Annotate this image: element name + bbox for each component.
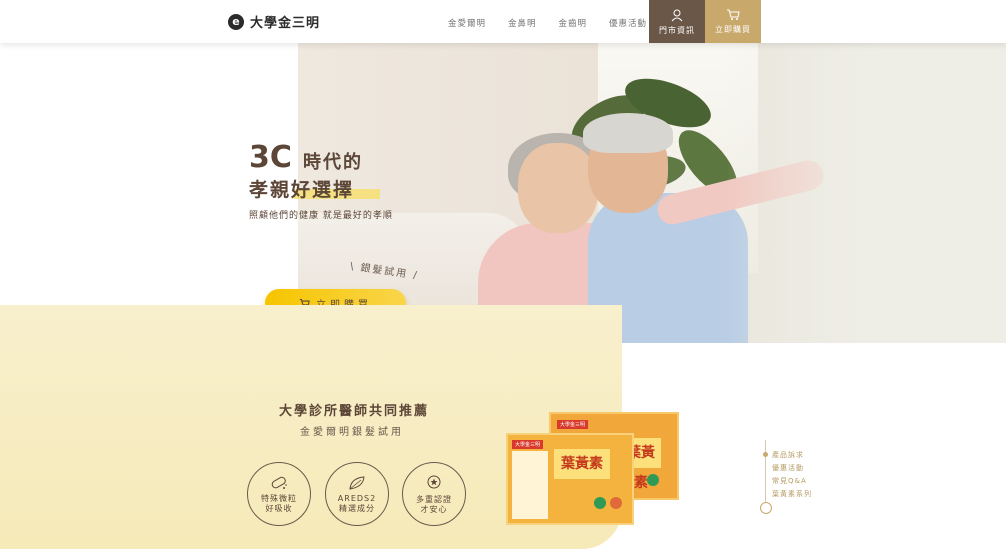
product-box-front: 大學金三明 葉黃素: [506, 433, 634, 525]
scroll-top-icon[interactable]: [760, 502, 772, 514]
headline-3c: 3C: [249, 140, 292, 175]
medal-icon: [427, 475, 441, 488]
product-box-front-tag: 大學金三明: [512, 440, 544, 449]
badge-areds2-line1: AREDS2: [337, 493, 377, 503]
side-nav-line: [765, 440, 766, 510]
product-box-front-name: 葉黃素: [554, 449, 610, 479]
hero-subline: 照顧他們的健康 就是最好的孝順: [249, 211, 393, 221]
side-nav-dot: [763, 452, 768, 457]
product-box-back-tag: 大學金三明: [557, 420, 589, 429]
badge-certified-line2: 才安心: [420, 504, 448, 514]
recommend-title: 大學診所醫師共同推薦: [279, 404, 430, 419]
headline-line2: 孝親好選擇: [249, 179, 355, 201]
certification-icon: [647, 474, 659, 486]
side-nav-faq[interactable]: 常見Q&A: [772, 476, 807, 486]
nav-item-nose[interactable]: 金鼻明: [508, 17, 537, 29]
store-icon: [671, 9, 683, 21]
badge-areds2: AREDS2 精選成分: [325, 462, 389, 526]
side-nav-appeal[interactable]: 產品訴求: [772, 450, 804, 460]
capsule-icon: [271, 476, 287, 489]
badge-absorption-line2: 好吸收: [265, 503, 293, 513]
nav-item-teeth[interactable]: 金齒明: [559, 17, 588, 29]
store-info-label: 門市資訊: [659, 25, 695, 35]
badge-areds2-line2: 精選成分: [339, 503, 375, 513]
logo[interactable]: e 大學金三明: [228, 12, 320, 31]
woman-face: [518, 143, 598, 233]
buy-now-header-label: 立即購買: [715, 25, 751, 34]
main-nav: 金愛爾明 金鼻明 金齒明 優惠活動: [448, 17, 647, 29]
side-navigation: 產品訴求 優惠活動 常見Q&A 葉黃素系列: [760, 440, 820, 515]
certification-icon: [594, 497, 606, 509]
buy-now-header-button[interactable]: 立即購買: [705, 0, 761, 43]
badge-icon: [610, 497, 622, 509]
cart-icon: [727, 9, 740, 20]
nav-item-promotions[interactable]: 優惠活動: [609, 17, 647, 29]
side-nav-lutein-series[interactable]: 葉黃素系列: [772, 489, 812, 499]
badge-certified-line1: 多重認證: [416, 494, 452, 504]
logo-icon: e: [228, 13, 244, 30]
headline-era: 時代的: [303, 152, 363, 173]
logo-text: 大學金三明: [250, 16, 321, 31]
badge-absorption: 特殊微粒 好吸收: [247, 462, 311, 526]
hero-fade: [726, 43, 1006, 343]
badge-certified: 多重認證 才安心: [402, 462, 466, 526]
badge-absorption-line1: 特殊微粒: [261, 493, 297, 503]
side-nav-promotions[interactable]: 優惠活動: [772, 463, 804, 473]
nutrition-panel: [512, 451, 548, 519]
recommend-subtitle: 金愛爾明銀髮試用: [300, 427, 404, 438]
store-info-button[interactable]: 門市資訊: [649, 0, 705, 43]
leaf-icon: [349, 475, 365, 490]
site-header: e 大學金三明 金愛爾明 金鼻明 金齒明 優惠活動 門市資訊 立即購買: [0, 0, 1006, 43]
nav-item-eye[interactable]: 金愛爾明: [448, 17, 486, 29]
man-hair: [583, 113, 673, 153]
